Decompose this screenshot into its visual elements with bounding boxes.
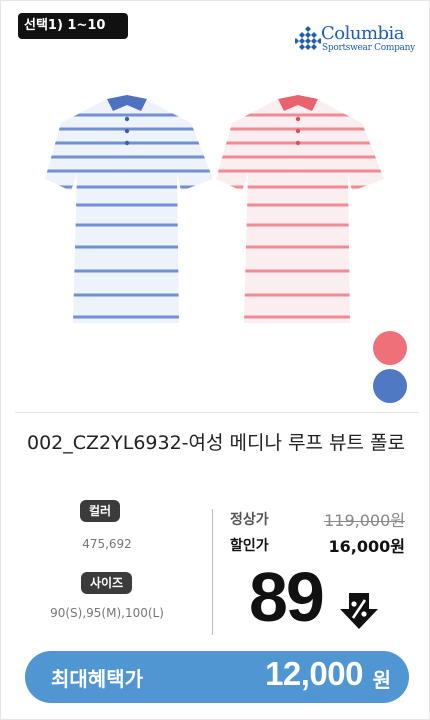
discount-rate: 89: [249, 558, 325, 636]
max-benefit-amount: 12,000: [265, 655, 363, 692]
color-swatch-pink[interactable]: [373, 331, 407, 365]
color-swatch-blue[interactable]: [373, 369, 407, 403]
product-card[interactable]: 선택1) 1~10 Columbia Sportswear Company 00…: [0, 0, 430, 720]
blue-polo-shirt: [45, 97, 213, 323]
max-benefit-label: 최대혜택가: [51, 667, 143, 691]
columbia-diamond-icon: [295, 26, 321, 50]
regular-price: 119,000원: [324, 511, 405, 530]
brand-subtitle: Sportswear Company: [322, 43, 415, 53]
sale-price: 16,000원: [328, 537, 405, 556]
percent-down-arrow-icon: [340, 593, 378, 629]
product-title[interactable]: 002_CZ2YL6932-여성 메디나 루프 뷰트 폴로: [21, 431, 411, 456]
max-benefit-unit: 원: [372, 668, 391, 692]
max-benefit-button[interactable]: 최대혜택가 12,000 원: [25, 651, 409, 703]
select-badge: 선택1) 1~10: [18, 13, 128, 39]
color-option-label: 컬러: [80, 500, 121, 522]
color-option-values: 475,692: [82, 537, 132, 551]
size-option-values: 90(S),95(M),100(L): [50, 606, 164, 620]
product-image[interactable]: [41, 87, 386, 327]
brand-name: Columbia: [321, 23, 405, 44]
regular-price-label: 정상가: [230, 512, 269, 528]
pink-polo-shirt: [216, 97, 384, 323]
size-option-label: 사이즈: [81, 572, 133, 594]
price-divider: [212, 509, 213, 635]
divider: [15, 412, 419, 413]
brand-logo: Columbia Sportswear Company: [295, 23, 415, 55]
sale-price-label: 할인가: [230, 538, 269, 554]
